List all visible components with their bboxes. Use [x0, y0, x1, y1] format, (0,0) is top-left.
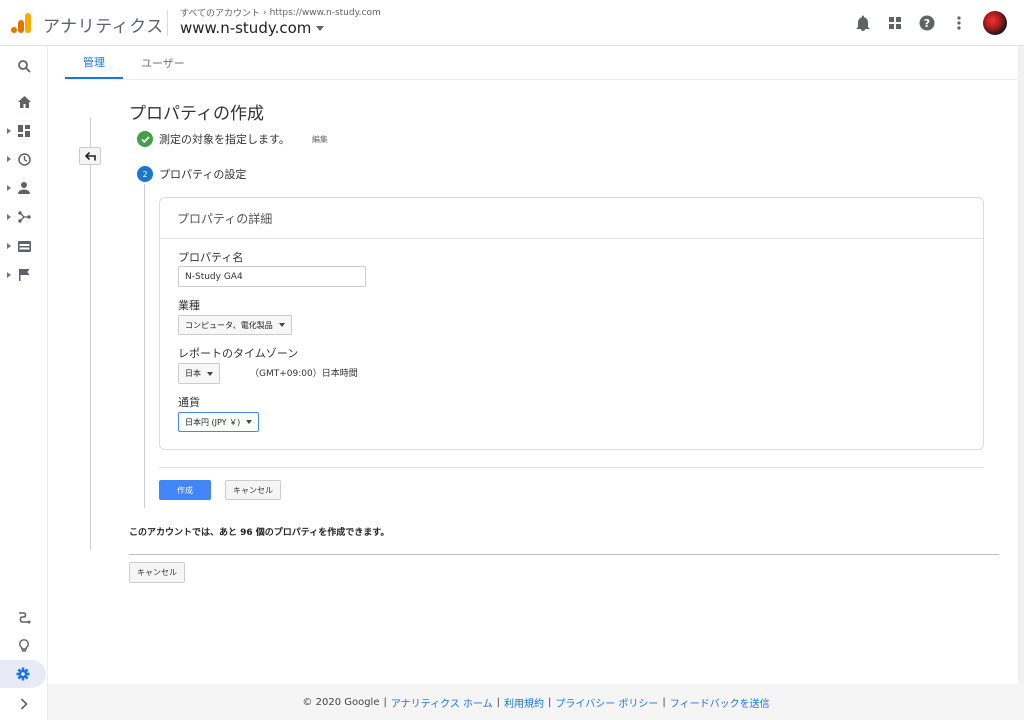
property-selector[interactable]: www.n-study.com: [180, 19, 325, 37]
behavior-icon: [17, 240, 31, 252]
step-connector: [144, 184, 145, 508]
timezone-label: レポートのタイムゾーン: [178, 347, 299, 360]
dashboard-icon: [18, 125, 30, 137]
nav-acquisition[interactable]: [0, 203, 48, 231]
step-1-edit-link[interactable]: 編集: [312, 134, 328, 145]
nav-admin[interactable]: [0, 660, 46, 688]
nav-attribution[interactable]: [0, 603, 48, 631]
clock-icon: [17, 152, 31, 166]
expand-arrow-icon: [7, 156, 11, 162]
top-icons: ?: [847, 0, 1024, 46]
timezone-country-dropdown[interactable]: 日本: [178, 363, 220, 384]
attribution-icon: [18, 611, 31, 624]
tab-users[interactable]: ユーザー: [123, 46, 203, 79]
back-arrow-icon: [84, 151, 96, 161]
svg-text:?: ?: [924, 17, 930, 30]
step-number-badge: 2: [137, 166, 153, 182]
industry-dropdown[interactable]: コンピュータ、電化製品: [178, 315, 292, 335]
expand-arrow-icon: [7, 243, 11, 249]
home-icon: [17, 96, 31, 108]
timezone-country-value: 日本: [185, 369, 201, 378]
property-details-card: プロパティの詳細 プロパティ名 業種 コンピュータ、電化製品 レポートのタイムゾ…: [159, 197, 984, 450]
gear-icon: [16, 667, 30, 681]
app-name: アナリティクス: [43, 17, 164, 37]
footer-link-privacy[interactable]: プライバシー ポリシー: [555, 695, 658, 710]
chevron-right-icon: ›: [263, 7, 267, 18]
person-icon: [18, 182, 30, 194]
footer-link-home[interactable]: アナリティクス ホーム: [391, 695, 493, 710]
caret-down-icon: [316, 25, 325, 31]
top-bar: アナリティクス すべてのアカウント › https://www.n-study.…: [0, 0, 1024, 46]
property-name-label: プロパティ名: [178, 251, 244, 264]
step-1-label: 測定の対象を指定します。: [159, 133, 290, 146]
breadcrumb[interactable]: すべてのアカウント › https://www.n-study.com: [180, 6, 381, 20]
remaining-properties-note: このアカウントでは、あと 96 個のプロパティを作成できます。: [129, 528, 390, 538]
tabs-divider: [65, 79, 1020, 80]
footer: © 2020 Google | アナリティクス ホーム | 利用規約 | プライ…: [48, 684, 1024, 720]
flag-icon: [18, 269, 30, 281]
expand-arrow-icon: [7, 272, 11, 278]
step-2-label: プロパティの設定: [159, 168, 247, 181]
expand-arrow-icon: [7, 185, 11, 191]
nav-discover[interactable]: [0, 631, 48, 659]
industry-value: コンピュータ、電化製品: [185, 320, 273, 330]
footer-copyright: © 2020 Google: [302, 696, 380, 708]
caret-down-icon: [207, 371, 213, 376]
help-icon[interactable]: ?: [911, 7, 943, 39]
header-divider: [167, 10, 168, 36]
nav-customization[interactable]: [0, 117, 48, 145]
step-2: 2 プロパティの設定: [137, 166, 246, 182]
back-button[interactable]: [79, 147, 101, 165]
breadcrumb-all-accounts[interactable]: すべてのアカウント: [180, 6, 260, 19]
footer-link-feedback[interactable]: フィードバックを送信: [670, 695, 770, 710]
bottom-divider: [129, 554, 999, 555]
scrollbar[interactable]: [1018, 46, 1024, 684]
expand-arrow-icon: [7, 214, 11, 220]
card-title: プロパティの詳細: [160, 198, 983, 239]
industry-label: 業種: [178, 299, 200, 312]
nav-audience[interactable]: [0, 174, 48, 202]
caret-down-icon: [246, 420, 253, 424]
breadcrumb-account[interactable]: https://www.n-study.com: [270, 8, 381, 18]
avatar[interactable]: [983, 11, 1007, 35]
acquisition-icon: [17, 211, 31, 223]
page-title: プロパティの作成: [129, 104, 264, 124]
form-divider: [159, 467, 984, 468]
currency-dropdown[interactable]: 日本円 (JPY ￥): [178, 412, 260, 432]
nav-realtime[interactable]: [0, 145, 48, 173]
step-1: 測定の対象を指定します。 編集: [137, 131, 328, 147]
column-divider: [90, 118, 91, 550]
search-icon: [17, 59, 31, 73]
tab-admin[interactable]: 管理: [65, 46, 123, 79]
timezone-value[interactable]: （GMT+09:00）日本時間: [250, 366, 358, 379]
footer-link-terms[interactable]: 利用規約: [504, 695, 544, 710]
property-name: www.n-study.com: [180, 19, 312, 37]
nav-expand[interactable]: [0, 690, 48, 718]
cancel-bottom-button[interactable]: キャンセル: [129, 562, 185, 583]
apps-icon[interactable]: [879, 7, 911, 39]
check-circle-icon: [137, 131, 153, 147]
analytics-logo-icon[interactable]: [10, 12, 32, 34]
expand-arrow-icon: [7, 128, 11, 134]
currency-label: 通貨: [178, 396, 200, 409]
more-vert-icon[interactable]: [943, 7, 975, 39]
left-nav: [0, 46, 48, 720]
lightbulb-icon: [19, 638, 29, 652]
bell-icon[interactable]: [847, 7, 879, 39]
currency-value: 日本円 (JPY ￥): [185, 417, 241, 427]
admin-tabs: 管理 ユーザー: [65, 46, 203, 79]
expand-icon: [20, 698, 28, 710]
nav-behavior[interactable]: [0, 232, 48, 260]
nav-conversions[interactable]: [0, 261, 48, 289]
caret-down-icon: [278, 323, 285, 327]
nav-search[interactable]: [0, 52, 48, 80]
property-name-input[interactable]: [178, 266, 366, 287]
create-button[interactable]: 作成: [159, 480, 211, 500]
cancel-button[interactable]: キャンセル: [225, 480, 281, 500]
nav-home[interactable]: [0, 88, 48, 116]
